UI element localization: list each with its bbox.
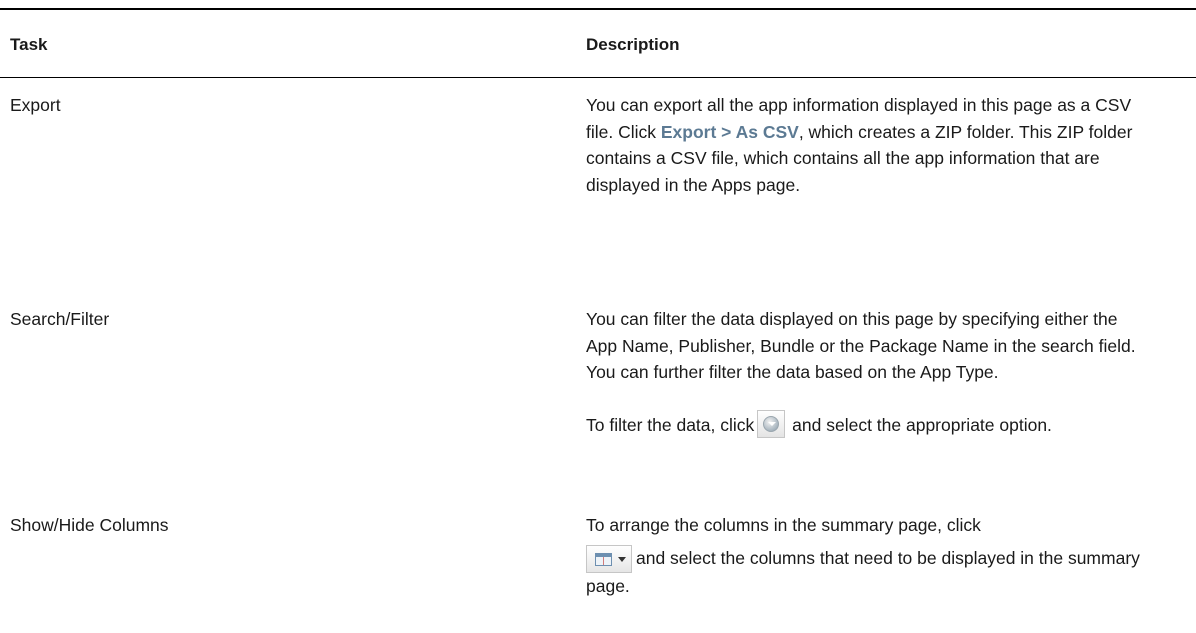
task-name: Export [10, 95, 61, 115]
description-paragraph: To filter the data, click and select the… [586, 409, 1146, 440]
description-paragraph-continued: and select the columns that need to be d… [586, 544, 1146, 600]
header-description: Description [586, 34, 680, 54]
filter-icon [757, 409, 786, 438]
description-text: To arrange the columns in the summary pa… [586, 515, 981, 535]
task-table: Task Description Export You can export a… [0, 8, 1196, 624]
task-description: You can filter the data displayed on thi… [586, 292, 1146, 498]
description-text: and select the appropriate option. [792, 414, 1052, 435]
task-description: You can export all the app information d… [586, 78, 1146, 292]
table-row: Export You can export all the app inform… [0, 78, 1196, 292]
description-text: To filter the data, click [586, 414, 755, 435]
task-name: Show/Hide Columns [10, 515, 169, 535]
header-task: Task [10, 34, 48, 54]
task-description: To arrange the columns in the summary pa… [586, 498, 1146, 624]
columns-icon [586, 544, 632, 573]
table-row: Show/Hide Columns To arrange the columns… [0, 498, 1196, 624]
task-name: Search/Filter [10, 309, 110, 329]
table-header-row: Task Description [0, 10, 1196, 78]
ui-reference-export-csv: Export > As CSV [660, 121, 799, 142]
description-text: and select the columns that need to be d… [586, 547, 1140, 596]
description-paragraph: You can filter the data displayed on thi… [586, 309, 1136, 382]
table-row: Search/Filter You can filter the data di… [0, 292, 1196, 498]
